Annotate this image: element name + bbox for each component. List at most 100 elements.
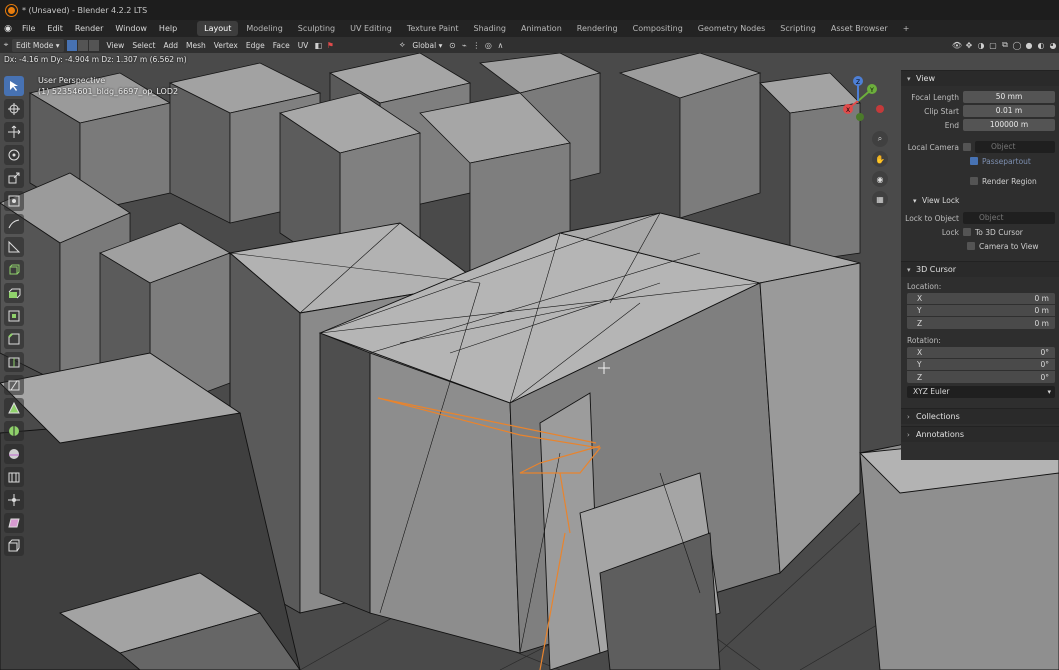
transform-icon[interactable] bbox=[4, 191, 24, 211]
shrink-fatten-icon[interactable] bbox=[4, 490, 24, 510]
local-camera-field[interactable]: Object bbox=[975, 141, 1055, 153]
vertex-select-button[interactable] bbox=[66, 39, 77, 51]
blender-menu-icon[interactable]: ◉ bbox=[0, 24, 16, 34]
tab-rendering[interactable]: Rendering bbox=[570, 21, 625, 36]
camera-to-view-checkbox[interactable] bbox=[967, 242, 975, 250]
shading-solid-icon[interactable]: ● bbox=[1023, 39, 1035, 51]
bevel-icon[interactable] bbox=[4, 329, 24, 349]
add-workspace-button[interactable]: + bbox=[896, 21, 917, 36]
spin-icon[interactable] bbox=[4, 421, 24, 441]
transform-status: Dx: -4.16 m Dy: -4.904 m Dz: 1.307 m (6.… bbox=[4, 55, 187, 64]
tab-scripting[interactable]: Scripting bbox=[773, 21, 823, 36]
measure-icon[interactable] bbox=[4, 237, 24, 257]
menu-face[interactable]: Face bbox=[269, 39, 294, 52]
shear-icon[interactable] bbox=[4, 513, 24, 533]
annotate-icon[interactable] bbox=[4, 214, 24, 234]
snap-target-icon[interactable]: ⋮ bbox=[470, 39, 482, 51]
lock-to-object-field[interactable]: Object bbox=[963, 212, 1055, 224]
poly-build-icon[interactable] bbox=[4, 398, 24, 418]
menu-file[interactable]: File bbox=[16, 20, 41, 37]
falloff-icon[interactable]: ∧ bbox=[494, 39, 506, 51]
add-cube-icon[interactable] bbox=[4, 260, 24, 280]
cursor-location-y[interactable]: Y0 m bbox=[907, 305, 1055, 317]
render-region-checkbox[interactable] bbox=[970, 177, 978, 185]
tab-modeling[interactable]: Modeling bbox=[239, 21, 289, 36]
rotate-icon[interactable] bbox=[4, 145, 24, 165]
pan-hand-icon[interactable]: ✋ bbox=[872, 151, 888, 167]
collections-panel-header[interactable]: › Collections bbox=[901, 408, 1059, 424]
tab-geometry-nodes[interactable]: Geometry Nodes bbox=[691, 21, 772, 36]
rotation-mode-dropdown[interactable]: XYZ Euler ▾ bbox=[907, 386, 1055, 398]
edge-select-button[interactable] bbox=[77, 39, 88, 51]
shading-material-icon[interactable]: ◐ bbox=[1035, 39, 1047, 51]
visibility-icon[interactable]: 👁 bbox=[951, 39, 963, 51]
transform-orientation-dropdown[interactable]: Global ▾ bbox=[408, 39, 446, 52]
perspective-toggle-icon[interactable]: ▦ bbox=[872, 191, 888, 207]
smooth-icon[interactable] bbox=[4, 444, 24, 464]
annotations-panel-header[interactable]: › Annotations bbox=[901, 426, 1059, 442]
tab-sculpting[interactable]: Sculpting bbox=[291, 21, 342, 36]
proportional-edit-icon[interactable]: ◎ bbox=[482, 39, 494, 51]
cursor-location-x[interactable]: X0 m bbox=[907, 293, 1055, 305]
menu-select[interactable]: Select bbox=[128, 39, 159, 52]
menu-window[interactable]: Window bbox=[109, 20, 153, 37]
chevron-right-icon: › bbox=[907, 430, 910, 439]
tab-compositing[interactable]: Compositing bbox=[626, 21, 690, 36]
scale-icon[interactable] bbox=[4, 168, 24, 188]
menu-view[interactable]: View bbox=[103, 39, 129, 52]
camera-view-icon[interactable]: ◉ bbox=[872, 171, 888, 187]
loop-cut-icon[interactable] bbox=[4, 352, 24, 372]
tab-uv-editing[interactable]: UV Editing bbox=[343, 21, 399, 36]
select-box-icon[interactable] bbox=[4, 76, 24, 96]
xray-icon[interactable]: ⧉ bbox=[999, 39, 1011, 51]
mode-selector[interactable]: Edit Mode ▾ bbox=[12, 38, 64, 52]
cursor-icon[interactable] bbox=[4, 99, 24, 119]
3d-cursor-panel-header[interactable]: ▾ 3D Cursor bbox=[901, 261, 1059, 277]
face-select-button[interactable] bbox=[88, 39, 99, 51]
knife-icon[interactable] bbox=[4, 375, 24, 395]
edge-slide-icon[interactable] bbox=[4, 467, 24, 487]
menu-edge[interactable]: Edge bbox=[242, 39, 269, 52]
mesh-overlay-icon[interactable]: ▢ bbox=[987, 39, 999, 51]
passepartout-checkbox[interactable] bbox=[970, 157, 978, 165]
menu-vertex[interactable]: Vertex bbox=[210, 39, 242, 52]
editor-type-icon[interactable]: ⌖ bbox=[0, 39, 12, 51]
cursor-rotation-y[interactable]: Y 0° bbox=[907, 359, 1055, 371]
snap-icon[interactable]: ⌁ bbox=[458, 39, 470, 51]
tab-asset-browser[interactable]: Asset Browser bbox=[824, 21, 895, 36]
cursor-rotation-label: Rotation: bbox=[907, 336, 941, 345]
tab-layout[interactable]: Layout bbox=[197, 21, 239, 36]
shading-wireframe-icon[interactable]: ◯ bbox=[1011, 39, 1023, 51]
view-lock-header[interactable]: ▾ View Lock bbox=[901, 194, 1059, 208]
tab-animation[interactable]: Animation bbox=[514, 21, 569, 36]
view-panel-header[interactable]: ▾ View bbox=[901, 70, 1059, 86]
menu-edit[interactable]: Edit bbox=[41, 20, 69, 37]
menu-mesh[interactable]: Mesh bbox=[182, 39, 210, 52]
inset-icon[interactable] bbox=[4, 306, 24, 326]
move-icon[interactable] bbox=[4, 122, 24, 142]
clip-start-field[interactable]: 0.01 m bbox=[963, 105, 1055, 117]
cursor-rotation-z[interactable]: Z 0° bbox=[907, 371, 1055, 383]
gizmo-toggle-icon[interactable]: ✥ bbox=[963, 39, 975, 51]
cursor-location-z[interactable]: Z0 m bbox=[907, 317, 1055, 329]
auto-merge-icon[interactable]: ⚑ bbox=[324, 39, 336, 51]
overlay-icon[interactable]: ◑ bbox=[975, 39, 987, 51]
menu-uv[interactable]: UV bbox=[294, 39, 313, 52]
tab-shading[interactable]: Shading bbox=[466, 21, 513, 36]
tab-texture-paint[interactable]: Texture Paint bbox=[400, 21, 466, 36]
local-camera-checkbox[interactable] bbox=[963, 143, 971, 151]
focal-length-field[interactable]: 50 mm bbox=[963, 91, 1055, 103]
menu-help[interactable]: Help bbox=[153, 20, 183, 37]
zoom-icon[interactable]: ⌕ bbox=[872, 131, 888, 147]
clip-end-field[interactable]: 100000 m bbox=[963, 119, 1055, 131]
menu-render[interactable]: Render bbox=[69, 20, 109, 37]
menu-add[interactable]: Add bbox=[159, 39, 182, 52]
to-3d-cursor-checkbox[interactable] bbox=[963, 228, 971, 236]
shading-rendered-icon[interactable]: ◕ bbox=[1047, 39, 1059, 51]
navigation-gizmo[interactable]: X Y Z bbox=[838, 75, 890, 127]
pivot-point-icon[interactable]: ⊙ bbox=[446, 39, 458, 51]
mesh-symmetry-icon[interactable]: ◧ bbox=[312, 39, 324, 51]
extrude-icon[interactable] bbox=[4, 283, 24, 303]
cursor-rotation-x[interactable]: X 0° bbox=[907, 347, 1055, 359]
rip-icon[interactable] bbox=[4, 536, 24, 556]
